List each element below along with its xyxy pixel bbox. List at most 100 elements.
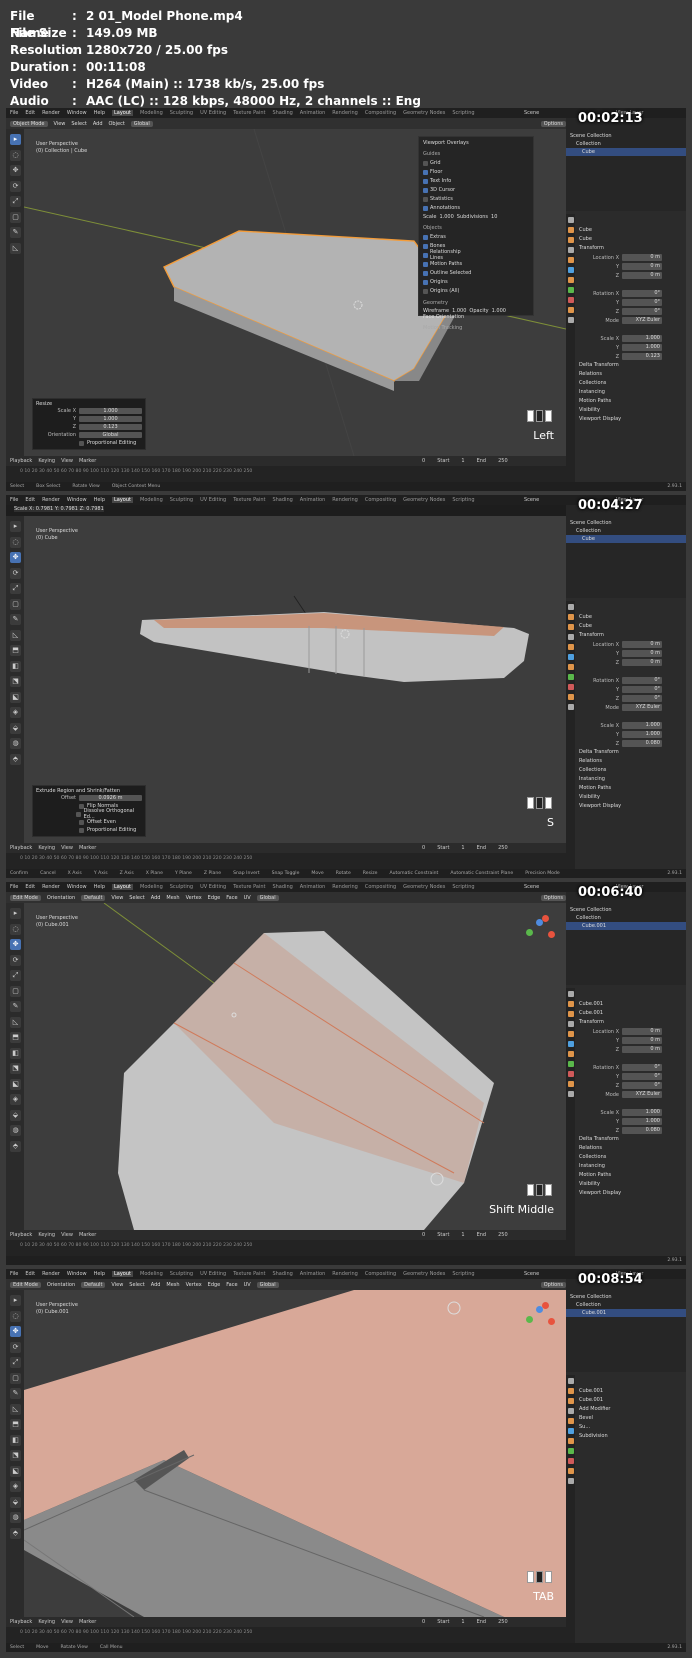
workspace-tab[interactable]: Layout [112,497,133,503]
workspace-tab[interactable]: Shading [272,497,292,503]
workspace-tab[interactable]: Animation [300,497,326,503]
properties-tab-icon[interactable] [568,991,574,997]
transform-value[interactable]: 0° [622,299,662,306]
timeline-ruler[interactable]: 0 10 20 30 40 50 60 70 80 90 100 110 120… [6,853,566,869]
viewport-overlays-popup[interactable]: Viewport Overlays Guides Grid Floor Text Inf… [418,136,534,331]
gizmo-axis-dot[interactable] [526,929,533,936]
tool-icon[interactable]: ◈ [10,707,21,718]
operator-panel[interactable]: Resize Scale X 1.000 Y 1.000 Z 0.123 Orientatio… [32,398,146,450]
workspace-tab[interactable]: Modeling [140,1271,163,1277]
outliner-scene-collection[interactable]: Scene Collection [566,519,686,527]
menu-render[interactable]: Render [42,110,60,116]
playback-menu[interactable]: Playback [10,1232,32,1238]
overlay-option[interactable]: Outline Selected [423,269,475,277]
properties-tab-icon[interactable] [568,674,574,680]
3d-viewport[interactable]: User Perspective (0) Cube S Extrude Region … [24,516,566,843]
section-instancing[interactable]: Instancing [577,1162,684,1171]
transform-value[interactable]: 0 m [622,263,662,270]
header-menu-item[interactable]: View [54,121,66,127]
transform-orientation[interactable]: Global [130,120,153,127]
transform-orientation[interactable]: Global [256,894,279,901]
outliner-scene-collection[interactable]: Scene Collection [566,132,686,140]
gizmo-axis-dot[interactable] [542,915,549,922]
outliner-collection[interactable]: Collection [566,1301,686,1309]
nav-gizmo[interactable] [522,1298,556,1332]
tool-icon[interactable]: ▢ [10,211,21,223]
section-viewport-display[interactable]: Viewport Display [577,415,684,424]
section-collections[interactable]: Collections [577,766,684,775]
menu-edit[interactable]: Edit [25,884,35,890]
orientation-dropdown[interactable]: Default [81,1281,106,1288]
transform-orientation[interactable]: Global [256,1281,279,1288]
workspace-tab[interactable]: Sculpting [170,497,193,503]
properties-tab-icon[interactable] [568,1468,574,1474]
header-menu-item[interactable]: Select [129,895,144,901]
tool-icon[interactable]: ⟳ [10,567,21,579]
menu-render[interactable]: Render [42,1271,60,1277]
menu-file[interactable]: File [10,497,18,503]
workspace-tab[interactable]: Geometry Nodes [403,110,445,116]
nav-gizmo[interactable] [522,911,556,945]
start-frame[interactable]: 1 [461,1619,464,1625]
tool-icon[interactable]: ◧ [10,1047,21,1059]
outliner-scene-collection[interactable]: Scene Collection [566,906,686,914]
checkbox[interactable] [423,205,428,211]
menu-edit[interactable]: Edit [25,110,35,116]
start-frame[interactable]: 1 [461,845,464,851]
header-menu-item[interactable]: Mesh [166,895,179,901]
transform-section[interactable]: Transform [577,1018,684,1027]
header-menu-item[interactable]: Object [109,121,125,127]
current-frame[interactable]: 0 [422,1232,425,1238]
properties-tab-icon[interactable] [568,654,574,660]
tool-icon[interactable]: ◍ [10,1512,21,1523]
properties-tab-icon[interactable] [568,1071,574,1077]
workspace-tab[interactable]: Scripting [452,110,474,116]
checkbox[interactable] [79,440,84,446]
outliner[interactable]: Scene Collection Collection Cube.001 [566,892,686,985]
properties-tab-icon[interactable] [568,1388,574,1394]
properties-tab-icon[interactable] [568,1458,574,1464]
tool-icon[interactable]: ◌ [10,149,21,161]
tool-icon[interactable]: ✥ [10,165,21,176]
workspace-tab[interactable]: Texture Paint [233,497,265,503]
properties-tab-icon[interactable] [568,1398,574,1404]
current-frame[interactable]: 0 [422,1619,425,1625]
properties-tab-icon[interactable] [568,604,574,610]
operator-panel[interactable]: Extrude Region and Shrink/Fatten Offset 0.… [32,785,146,837]
section-visibility[interactable]: Visibility [577,1180,684,1189]
checkbox[interactable] [423,178,428,184]
overlay-option[interactable]: Motion Paths [423,260,475,268]
transform-value[interactable]: XYZ Euler [622,704,662,711]
properties-tab-icon[interactable] [568,247,574,253]
tool-icon[interactable]: ⬕ [10,691,21,703]
checkbox[interactable] [423,252,428,258]
workspace-tab[interactable]: UV Editing [200,884,226,890]
tool-icon[interactable]: ⬒ [10,645,21,656]
workspace-tab[interactable]: Compositing [365,1271,396,1277]
header-menu-item[interactable]: Face [226,895,237,901]
transform-value[interactable]: 0° [622,290,662,297]
tool-icon[interactable]: ⬙ [10,1109,21,1121]
operator-field[interactable]: 1.000 [79,416,142,422]
object-name-field[interactable]: Cube [577,226,684,235]
workspace-tab[interactable]: Modeling [140,110,163,116]
transform-value[interactable]: 0 m [622,659,662,666]
start-frame[interactable]: 1 [461,1232,464,1238]
checkbox[interactable] [79,827,84,833]
face-orientation-option[interactable]: Face Orientation [423,314,529,320]
timeline-ruler[interactable]: 0 10 20 30 40 50 60 70 80 90 100 110 120… [6,1627,566,1643]
properties-tab-icon[interactable] [568,1438,574,1444]
outliner-object[interactable]: Cube.001 [566,1309,686,1317]
motion-tracking-option[interactable]: Motion Tracking [423,325,529,331]
properties-tab-icon[interactable] [568,1428,574,1434]
properties-tab-icon[interactable] [568,704,574,710]
checkbox[interactable] [423,169,428,175]
end-frame[interactable]: 250 [498,845,508,851]
keying-menu[interactable]: Keying [38,845,55,851]
scale-value[interactable]: 1.000 [439,214,453,220]
header-menu-item[interactable]: UV [244,895,251,901]
transform-value[interactable]: 0° [622,677,662,684]
playback-menu[interactable]: Playback [10,1619,32,1625]
tool-icon[interactable]: ⬒ [10,1032,21,1043]
workspace-tab[interactable]: UV Editing [200,497,226,503]
